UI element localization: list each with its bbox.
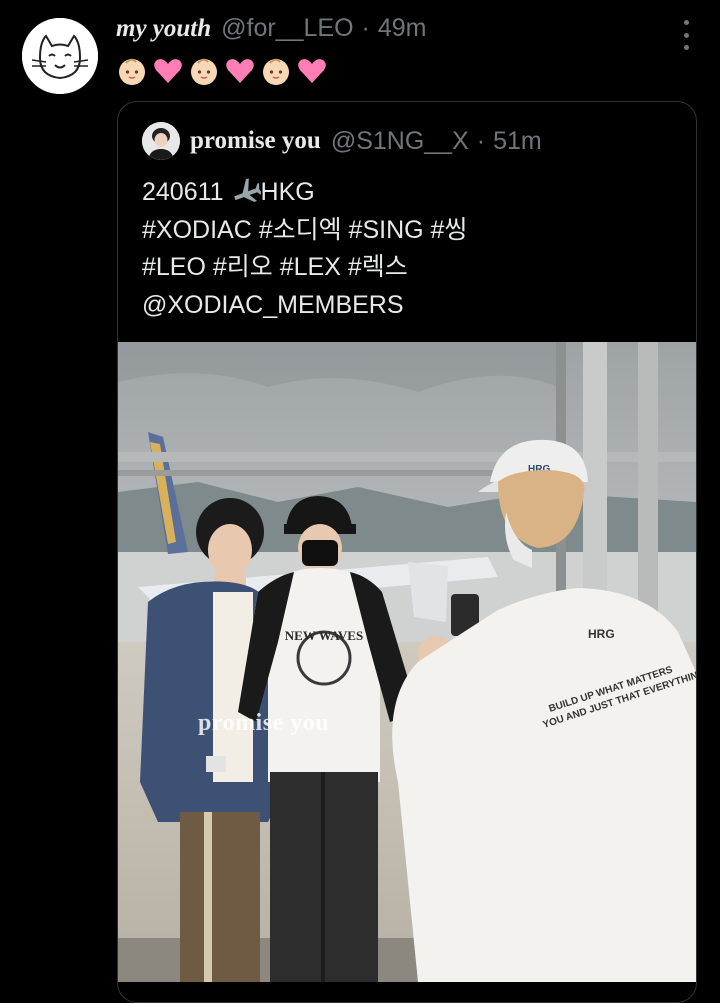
more-options-icon[interactable]	[680, 20, 692, 50]
quoted-tweet-header: promise you @S1NG__X · 51m	[142, 122, 542, 160]
profile-photo-icon	[142, 122, 180, 160]
author-avatar[interactable]	[22, 18, 98, 94]
quoted-text-line-1: 240611 HKG	[142, 174, 682, 212]
airplane-icon	[233, 178, 261, 202]
header-separator: ·	[361, 14, 370, 42]
baby-face-icon	[119, 58, 145, 85]
photo-watermark: promise you	[198, 710, 330, 736]
quoted-text-line-3[interactable]: #LEO #리오 #LEX #렉스	[142, 249, 682, 287]
cat-doodle-icon	[22, 18, 98, 94]
date-text: 240611	[142, 178, 224, 206]
quoted-tweet-photo[interactable]: NEW WAVES HRG BUILD UP WHAT MATTERS YOU …	[118, 342, 696, 982]
tweet-timestamp[interactable]: 49m	[378, 14, 427, 43]
quoted-display-name[interactable]: promise you	[190, 127, 321, 155]
quoted-tweet-card[interactable]: promise you @S1NG__X · 51m 240611 HKG #X…	[117, 101, 697, 1003]
airport-photo: NEW WAVES HRG BUILD UP WHAT MATTERS YOU …	[118, 342, 696, 982]
quoted-handle[interactable]: @S1NG__X	[331, 127, 469, 156]
quoted-separator: ·	[476, 126, 486, 155]
quoted-tweet-text: 240611 HKG #XODIAC #소디엑 #SING #씽 #LEO #리…	[142, 174, 682, 324]
pink-heart-icon	[298, 59, 326, 83]
author-display-name[interactable]: my youth	[116, 15, 211, 43]
tweet-text	[116, 55, 328, 87]
author-handle[interactable]: @for__LEO	[221, 14, 353, 43]
pink-heart-icon	[226, 59, 254, 83]
shirt-logo-text: HRG	[588, 627, 615, 641]
hkg-text: HKG	[260, 178, 315, 206]
quoted-author-avatar[interactable]	[142, 122, 180, 160]
baby-face-icon	[191, 58, 217, 85]
quoted-timestamp[interactable]: 51m	[493, 127, 542, 156]
shirt-graphic-text: NEW WAVES	[285, 628, 363, 643]
quoted-text-line-2[interactable]: #XODIAC #소디엑 #SING #씽	[142, 212, 682, 250]
tweet-header: my youth @for__LEO · 49m	[116, 14, 660, 54]
baby-face-icon	[263, 58, 289, 85]
pink-heart-icon	[154, 59, 182, 83]
quoted-text-line-4[interactable]: @XODIAC_MEMBERS	[142, 287, 682, 325]
